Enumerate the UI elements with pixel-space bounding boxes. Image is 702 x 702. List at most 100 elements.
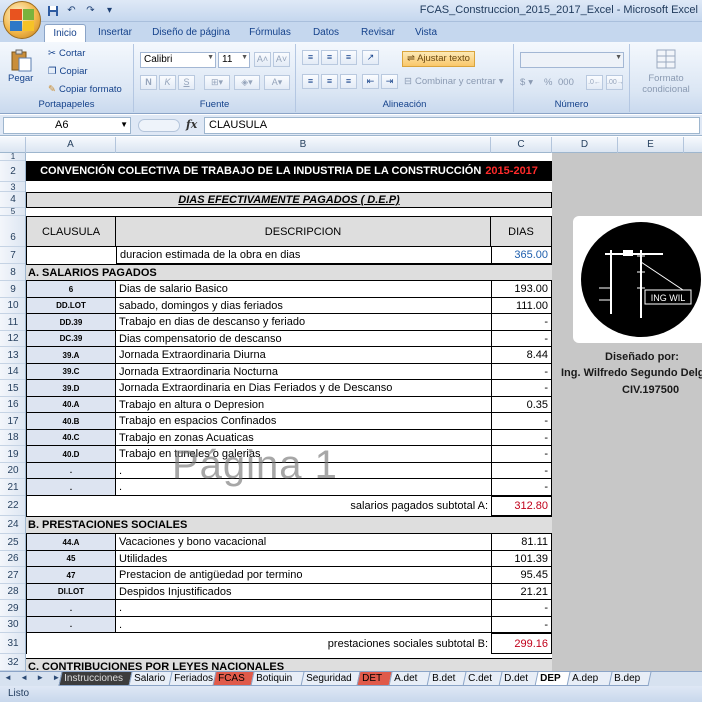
clause-description[interactable]: Prestacion de antigüedad por termino (116, 567, 491, 584)
redo-icon[interactable]: ↷ (84, 4, 97, 17)
clausula-header[interactable]: CLAUSULA (26, 216, 116, 247)
underline-button[interactable]: S (178, 75, 195, 90)
sheet-tab[interactable]: Instrucciones (58, 672, 134, 686)
row-header[interactable]: 19 (0, 446, 25, 463)
formula-input[interactable]: CLAUSULA (204, 117, 700, 134)
column-header-b[interactable]: B (116, 137, 491, 153)
tab-insertar[interactable]: Insertar (92, 24, 138, 42)
subtotal-a-value[interactable]: 312.80 (491, 496, 552, 516)
dias-value[interactable]: - (491, 617, 552, 633)
clause-code[interactable]: 40.A (26, 397, 116, 413)
row-header[interactable]: 15 (0, 380, 25, 397)
clause-code[interactable]: DD.39 (26, 314, 116, 331)
sheet-tab[interactable]: FCAS (212, 672, 256, 686)
sheet-nav-icon[interactable]: ◄ ◄ ► ► (4, 673, 63, 682)
fill-color-button[interactable]: ◈▾ (234, 75, 260, 90)
row-header[interactable]: 28 (0, 584, 25, 600)
row-header[interactable]: 10 (0, 298, 25, 314)
row-header[interactable]: 14 (0, 364, 25, 380)
sheet-tab[interactable]: A.det (388, 672, 432, 686)
wrap-text-button[interactable]: ⇌ Ajustar texto (402, 51, 475, 67)
dias-value[interactable]: 193.00 (491, 281, 552, 298)
increase-decimal-icon[interactable]: .0← (586, 75, 603, 90)
clause-code[interactable]: . (26, 617, 116, 633)
row-header[interactable]: 26 (0, 551, 25, 567)
increase-indent-icon[interactable]: ⇥ (381, 74, 398, 89)
clause-code[interactable]: 47 (26, 567, 116, 584)
tab-revisar[interactable]: Revisar (354, 24, 402, 42)
dias-value[interactable]: 95.45 (491, 567, 552, 584)
worksheet[interactable]: CONVENCIÓN COLECTIVA DE TRABAJO DE LA IN… (26, 153, 702, 671)
align-right-icon[interactable]: ≡ (340, 74, 357, 89)
row-header[interactable]: 4 (0, 192, 25, 208)
row-header[interactable]: 20 (0, 463, 25, 479)
cell[interactable] (26, 633, 116, 654)
clause-code[interactable]: 45 (26, 551, 116, 567)
clause-code[interactable]: DI.LOT (26, 584, 116, 600)
tab-inicio[interactable]: Inicio (44, 24, 86, 43)
merge-center-button[interactable]: ⊟ Combinar y centrar ▾ (404, 76, 504, 87)
office-button[interactable] (3, 1, 41, 39)
row-header[interactable]: 24 (0, 516, 25, 534)
bold-button[interactable]: N (140, 75, 157, 90)
clause-code[interactable]: 44.A (26, 534, 116, 551)
clause-description[interactable]: . (116, 617, 491, 633)
customize-toolbar-icon[interactable]: ▾ (103, 4, 116, 17)
cell[interactable] (26, 247, 116, 264)
clause-code[interactable]: DD.LOT (26, 298, 116, 314)
sheet-tab[interactable]: Feriados (168, 672, 218, 686)
clause-description[interactable]: Despidos Injustificados (116, 584, 491, 600)
currency-button[interactable]: $ ▾ (520, 77, 533, 88)
insert-function-icon[interactable]: fx (186, 118, 197, 131)
copy-button[interactable]: ❐ Copiar (48, 66, 88, 77)
paste-button[interactable]: Pegar (8, 48, 33, 84)
subtotal-b-value[interactable]: 299.16 (491, 633, 552, 654)
row-header[interactable]: 32 (0, 654, 25, 671)
clause-description[interactable]: Dias de salario Basico (116, 281, 491, 298)
sheet-tab[interactable]: Seguridad (300, 672, 362, 686)
dias-value[interactable]: - (491, 463, 552, 479)
align-top-icon[interactable]: ≡ (302, 50, 319, 65)
column-header-e[interactable]: E (618, 137, 684, 153)
clause-description[interactable]: sabado, domingos y dias feriados (116, 298, 491, 314)
cell[interactable] (26, 496, 116, 516)
clause-description[interactable]: Jornada Extraordinaria Diurna (116, 347, 491, 364)
clause-code[interactable]: . (26, 600, 116, 617)
sheet-tab[interactable]: C.det (462, 672, 504, 686)
tab-datos[interactable]: Datos (304, 24, 348, 42)
sheet-tab[interactable]: A.dep (566, 672, 614, 686)
save-icon[interactable] (46, 4, 59, 17)
font-size-combo[interactable]: 11 ▼ (218, 52, 250, 68)
dias-value[interactable]: - (491, 479, 552, 496)
row-header[interactable]: 6 (0, 216, 25, 247)
clause-code[interactable]: . (26, 479, 116, 496)
clause-code[interactable]: 40.D (26, 446, 116, 463)
align-bottom-icon[interactable]: ≡ (340, 50, 357, 65)
row-header[interactable]: 29 (0, 600, 25, 617)
number-format-combo[interactable]: ▼ (520, 52, 624, 68)
clause-code[interactable]: 40.C (26, 430, 116, 446)
duration-label[interactable]: duracion estimada de la obra en dias (116, 247, 491, 264)
row-header[interactable]: 2 (0, 161, 25, 182)
row-header[interactable]: 31 (0, 633, 25, 654)
row-header[interactable]: 9 (0, 281, 25, 298)
dias-value[interactable]: 0.35 (491, 397, 552, 413)
italic-button[interactable]: K (159, 75, 176, 90)
clause-description[interactable]: Trabajo en espacios Confinados (116, 413, 491, 430)
row-header[interactable]: 3 (0, 182, 25, 192)
clause-description[interactable]: . (116, 600, 491, 617)
borders-button[interactable]: ⊞▾ (204, 75, 230, 90)
sheet-tab[interactable]: Salario (128, 672, 174, 686)
cut-button[interactable]: ✂ Cortar (48, 48, 85, 59)
sheet-tab[interactable]: B.det (426, 672, 468, 686)
tab-vista[interactable]: Vista (408, 24, 444, 42)
dias-value[interactable]: 111.00 (491, 298, 552, 314)
dias-value[interactable]: - (491, 331, 552, 347)
tab-diseno-pagina[interactable]: Diseño de página (146, 24, 236, 42)
column-header-d[interactable]: D (552, 137, 618, 153)
row-header[interactable]: 18 (0, 430, 25, 446)
align-left-icon[interactable]: ≡ (302, 74, 319, 89)
orientation-icon[interactable]: ↗ (362, 50, 379, 65)
decrease-indent-icon[interactable]: ⇤ (362, 74, 379, 89)
clause-code[interactable]: . (26, 463, 116, 479)
